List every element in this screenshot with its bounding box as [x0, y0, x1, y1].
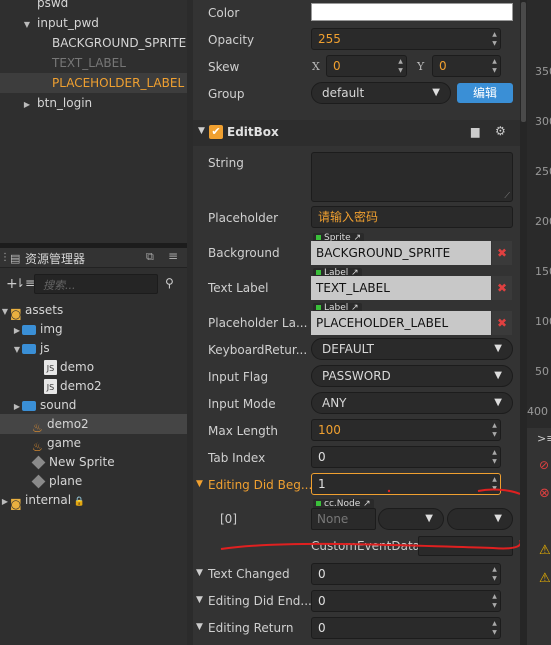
inspector-scrollbar[interactable] — [520, 0, 527, 645]
asset-item[interactable]: ▶ sound — [0, 395, 187, 415]
script-file-icon: JS — [44, 360, 57, 375]
assets-header: ⋮ ▤ 资源管理器 ⧉ ≡ — [0, 248, 187, 268]
search-input[interactable]: 搜索... — [34, 274, 158, 294]
ruler-tick: 100 — [535, 315, 551, 328]
ruler-tick: 150 — [535, 265, 551, 278]
asset-item-label: demo — [60, 360, 95, 374]
expand-toggle-icon[interactable]: ▼ — [0, 302, 10, 320]
scrollbar-thumb[interactable] — [521, 2, 526, 122]
asset-item-label: New Sprite — [49, 455, 115, 469]
asset-item-label: demo2 — [60, 379, 102, 393]
search-placeholder: 搜索... — [43, 279, 76, 292]
folder-icon — [22, 324, 36, 335]
asset-item[interactable]: ▶ ◙ internal 🔒 — [0, 490, 187, 510]
hierarchy-item[interactable]: ▶ btn_login — [0, 93, 187, 113]
folder-icon — [22, 400, 36, 411]
asset-item[interactable]: ♨ demo2 — [0, 414, 187, 434]
asset-item[interactable]: plane — [0, 471, 187, 491]
expand-toggle-icon[interactable]: ▶ — [12, 397, 22, 415]
hierarchy-panel: pswd ▼ input_pwd BACKGROUND_SPRITE TEXT_LABE… — [0, 0, 187, 243]
annotation-stroke-bottom — [220, 540, 520, 550]
ruler-tick: 400 — [527, 405, 548, 418]
red-annotation — [220, 488, 520, 550]
hierarchy-item[interactable]: PLACEHOLDER_LABEL — [0, 73, 187, 93]
hierarchy-item[interactable]: TEXT_LABEL — [0, 53, 187, 73]
asset-item[interactable]: ▼ js — [0, 338, 187, 358]
asset-item-label: js — [40, 341, 50, 355]
asset-item[interactable]: JS demo — [0, 357, 187, 377]
hierarchy-item[interactable]: pswd — [0, 0, 187, 13]
menu-icon[interactable]: ≡ — [168, 249, 178, 263]
ruler-tick: 350 — [535, 65, 551, 78]
folder-icon: ▤ — [10, 252, 21, 265]
warning-icon: ⚠ — [539, 543, 551, 558]
hierarchy-item-label: PLACEHOLDER_LABEL — [52, 76, 185, 90]
scene-panel-edge: 350 300 250 200 150 100 50 400 >≡ ⊘ ⊗ ⚠ … — [527, 0, 551, 645]
expand-toggle-icon[interactable]: ▶ — [12, 321, 22, 339]
annotation-dot — [387, 489, 391, 493]
assets-title: 资源管理器 — [25, 252, 86, 266]
lock-icon: 🔒 — [71, 497, 86, 507]
expand-toggle-icon[interactable]: ▶ — [0, 492, 10, 510]
folder-icon — [22, 343, 36, 354]
asset-item[interactable]: ▼ ◙ assets — [0, 300, 187, 320]
ruler-tick: 50 — [535, 365, 549, 378]
ruler-tick: 300 — [535, 115, 551, 128]
asset-item-label: sound — [40, 398, 77, 412]
asset-item-label: internal — [25, 493, 72, 507]
block-icon[interactable]: ⊘ — [539, 458, 549, 472]
hierarchy-item-label: input_pwd — [37, 16, 99, 30]
asset-item-label: demo2 — [47, 417, 89, 431]
search-icon[interactable]: ⚲ — [165, 276, 174, 290]
hierarchy-item-label: BACKGROUND_SPRITE — [52, 36, 187, 50]
script-file-icon: JS — [44, 379, 57, 394]
maximize-icon[interactable]: ⧉ — [146, 250, 154, 264]
expand-toggle-icon[interactable]: ▶ — [22, 95, 32, 113]
database-icon: ◙ — [10, 496, 22, 511]
hierarchy-item-label: TEXT_LABEL — [52, 56, 126, 70]
asset-item[interactable]: JS demo2 — [0, 376, 187, 396]
prefab-icon — [31, 474, 46, 489]
annotation-stroke-top — [477, 488, 520, 495]
hierarchy-item[interactable]: BACKGROUND_SPRITE — [0, 33, 187, 53]
console-panel: >≡ ⊘ ⊗ ⚠ ⚠ — [527, 428, 551, 645]
asset-item-label: assets — [25, 303, 64, 317]
inspector-panel: Color Opacity 255 ▲ ▼ Skew X 0 ▲ ▼ Y 0 ▲ ▼ Gro… — [193, 0, 520, 645]
scene-icon: ♨ — [32, 439, 43, 454]
warning-icon: ⚠ — [539, 571, 551, 586]
error-icon: ⊗ — [539, 486, 550, 501]
scene-icon: ♨ — [32, 420, 43, 435]
ruler-tick: 250 — [535, 165, 551, 178]
hierarchy-item-label: btn_login — [37, 96, 93, 110]
expand-toggle-icon[interactable]: ▼ — [22, 15, 32, 33]
sort-icon[interactable]: ⇂≡ — [15, 276, 35, 290]
expand-toggle-icon[interactable]: ▼ — [12, 340, 22, 358]
console-icon[interactable]: >≡ — [537, 432, 551, 445]
asset-item-label: game — [47, 436, 82, 450]
prefab-icon — [31, 455, 46, 470]
ruler-tick: 200 — [535, 215, 551, 228]
asset-item[interactable]: New Sprite — [0, 452, 187, 472]
asset-item[interactable]: ▶ img — [0, 319, 187, 339]
asset-item[interactable]: ♨ game — [0, 433, 187, 453]
hierarchy-item-label: pswd — [37, 0, 69, 10]
grip-icon: ⋮ — [0, 252, 10, 263]
asset-item-label: plane — [49, 474, 83, 488]
database-icon: ◙ — [10, 306, 22, 321]
assets-panel: ⋮ ▤ 资源管理器 ⧉ ≡ + ⇂≡ 搜索... ⚲ ▼ ◙ assets ▶ img ▼… — [0, 248, 187, 645]
asset-item-label: img — [40, 322, 63, 336]
hierarchy-item[interactable]: ▼ input_pwd — [0, 13, 187, 33]
